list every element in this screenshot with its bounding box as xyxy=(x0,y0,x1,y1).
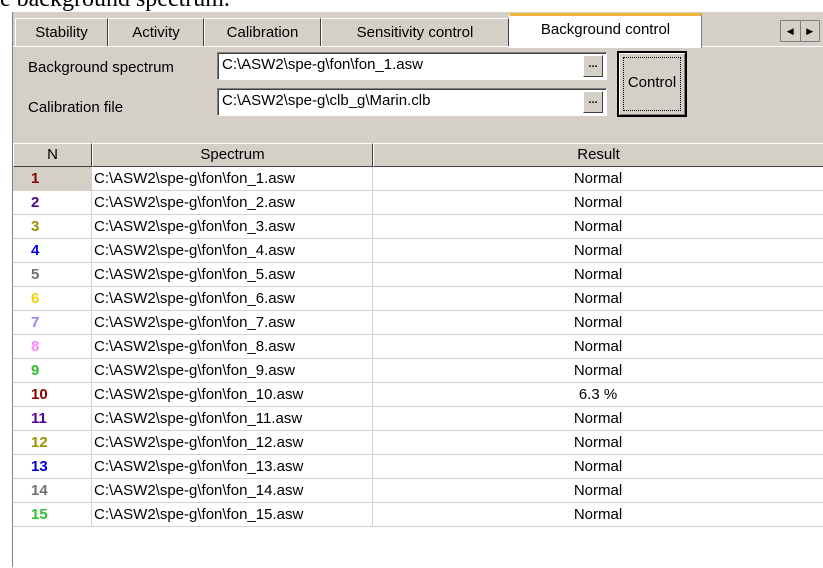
table-row[interactable]: 3 C:\ASW2\spe-g\fon\fon_3.asw Normal xyxy=(13,215,823,239)
row-number: 4 xyxy=(13,239,92,263)
tab-activity[interactable]: Activity xyxy=(108,18,204,46)
tab-scroll-buttons: ◀ ▶ xyxy=(780,20,820,42)
spectrum-cell: C:\ASW2\spe-g\fon\fon_4.asw xyxy=(92,239,373,263)
table-row[interactable]: 2 C:\ASW2\spe-g\fon\fon_2.asw Normal xyxy=(13,191,823,215)
result-cell: Normal xyxy=(373,479,823,503)
row-number: 8 xyxy=(13,335,92,359)
background-spectrum-field[interactable]: C:\ASW2\spe-g\fon\fon_1.asw xyxy=(217,52,607,80)
table-row[interactable]: 12 C:\ASW2\spe-g\fon\fon_12.asw Normal xyxy=(13,431,823,455)
result-cell: Normal xyxy=(373,239,823,263)
tab-strip: Stability Activity Calibration Sensitivi… xyxy=(13,12,823,48)
table-row[interactable]: 5 C:\ASW2\spe-g\fon\fon_5.asw Normal xyxy=(13,263,823,287)
right-arrow-icon[interactable]: ▶ xyxy=(801,21,820,41)
table-row[interactable]: 13 C:\ASW2\spe-g\fon\fon_13.asw Normal xyxy=(13,455,823,479)
row-number: 2 xyxy=(13,191,92,215)
spectrum-cell: C:\ASW2\spe-g\fon\fon_15.asw xyxy=(92,503,373,527)
result-cell: Normal xyxy=(373,215,823,239)
result-cell: Normal xyxy=(373,191,823,215)
result-cell: Normal xyxy=(373,311,823,335)
spectrum-cell: C:\ASW2\spe-g\fon\fon_7.asw xyxy=(92,311,373,335)
row-number: 12 xyxy=(13,431,92,455)
result-cell: Normal xyxy=(373,503,823,527)
background-spectrum-label: Background spectrum xyxy=(28,59,174,76)
row-number: 15 xyxy=(13,503,92,527)
spectrum-cell: C:\ASW2\spe-g\fon\fon_6.asw xyxy=(92,287,373,311)
table-row[interactable]: 4 C:\ASW2\spe-g\fon\fon_4.asw Normal xyxy=(13,239,823,263)
table-row[interactable]: 1 C:\ASW2\spe-g\fon\fon_1.asw Normal xyxy=(13,167,823,191)
column-header-spectrum[interactable]: Spectrum xyxy=(92,143,373,167)
table-row[interactable]: 15 C:\ASW2\spe-g\fon\fon_15.asw Normal xyxy=(13,503,823,527)
row-number: 1 xyxy=(13,167,92,191)
spectrum-cell: C:\ASW2\spe-g\fon\fon_13.asw xyxy=(92,455,373,479)
table-row[interactable]: 14 C:\ASW2\spe-g\fon\fon_14.asw Normal xyxy=(13,479,823,503)
row-number: 7 xyxy=(13,311,92,335)
table-row[interactable]: 9 C:\ASW2\spe-g\fon\fon_9.asw Normal xyxy=(13,359,823,383)
row-number: 6 xyxy=(13,287,92,311)
spectrum-cell: C:\ASW2\spe-g\fon\fon_11.asw xyxy=(92,407,373,431)
form-area: Background spectrum C:\ASW2\spe-g\fon\fo… xyxy=(13,47,823,143)
control-button[interactable]: Control xyxy=(617,51,687,117)
row-number: 9 xyxy=(13,359,92,383)
row-number: 10 xyxy=(13,383,92,407)
table-row[interactable]: 8 C:\ASW2\spe-g\fon\fon_8.asw Normal xyxy=(13,335,823,359)
row-number: 5 xyxy=(13,263,92,287)
background-browse-button[interactable]: ... xyxy=(583,55,603,77)
calibration-file-label: Calibration file xyxy=(28,99,124,116)
spectrum-cell: C:\ASW2\spe-g\fon\fon_8.asw xyxy=(92,335,373,359)
result-cell: Normal xyxy=(373,263,823,287)
app-window: Stability Activity Calibration Sensitivi… xyxy=(12,12,823,568)
result-cell: 6.3 % xyxy=(373,383,823,407)
spectrum-cell: C:\ASW2\spe-g\fon\fon_3.asw xyxy=(92,215,373,239)
table-row[interactable]: 11 C:\ASW2\spe-g\fon\fon_11.asw Normal xyxy=(13,407,823,431)
table-row[interactable]: 10 C:\ASW2\spe-g\fon\fon_10.asw 6.3 % xyxy=(13,383,823,407)
table-row[interactable]: 6 C:\ASW2\spe-g\fon\fon_6.asw Normal xyxy=(13,287,823,311)
result-cell: Normal xyxy=(373,335,823,359)
row-number: 11 xyxy=(13,407,92,431)
spectrum-cell: C:\ASW2\spe-g\fon\fon_1.asw xyxy=(92,167,373,191)
spectrum-cell: C:\ASW2\spe-g\fon\fon_2.asw xyxy=(92,191,373,215)
tab-sensitivity-control[interactable]: Sensitivity control xyxy=(321,18,509,46)
row-number: 3 xyxy=(13,215,92,239)
background-control-panel: Background spectrum C:\ASW2\spe-g\fon\fo… xyxy=(13,46,823,568)
spectrum-cell: C:\ASW2\spe-g\fon\fon_12.asw xyxy=(92,431,373,455)
calibration-file-field[interactable]: C:\ASW2\spe-g\clb_g\Marin.clb xyxy=(217,88,607,116)
tab-background-control[interactable]: Background control xyxy=(509,13,702,48)
result-cell: Normal xyxy=(373,407,823,431)
document-caption: e background spectrum. xyxy=(0,0,230,12)
spectrum-cell: C:\ASW2\spe-g\fon\fon_10.asw xyxy=(92,383,373,407)
tab-stability[interactable]: Stability xyxy=(15,18,108,46)
control-button-label: Control xyxy=(627,74,677,91)
spectrum-cell: C:\ASW2\spe-g\fon\fon_5.asw xyxy=(92,263,373,287)
row-number: 14 xyxy=(13,479,92,503)
results-grid[interactable]: N Spectrum Result 1 C:\ASW2\spe-g\fon\fon… xyxy=(13,143,823,568)
result-cell: Normal xyxy=(373,431,823,455)
result-cell: Normal xyxy=(373,287,823,311)
tab-calibration[interactable]: Calibration xyxy=(204,18,321,46)
calibration-browse-button[interactable]: ... xyxy=(583,91,603,113)
result-cell: Normal xyxy=(373,167,823,191)
result-cell: Normal xyxy=(373,455,823,479)
left-arrow-icon[interactable]: ◀ xyxy=(781,21,801,41)
grid-header: N Spectrum Result xyxy=(13,143,823,167)
table-row[interactable]: 7 C:\ASW2\spe-g\fon\fon_7.asw Normal xyxy=(13,311,823,335)
result-cell: Normal xyxy=(373,359,823,383)
column-header-n[interactable]: N xyxy=(13,143,92,167)
spectrum-cell: C:\ASW2\spe-g\fon\fon_9.asw xyxy=(92,359,373,383)
row-number: 13 xyxy=(13,455,92,479)
column-header-result[interactable]: Result xyxy=(373,143,823,167)
spectrum-cell: C:\ASW2\spe-g\fon\fon_14.asw xyxy=(92,479,373,503)
